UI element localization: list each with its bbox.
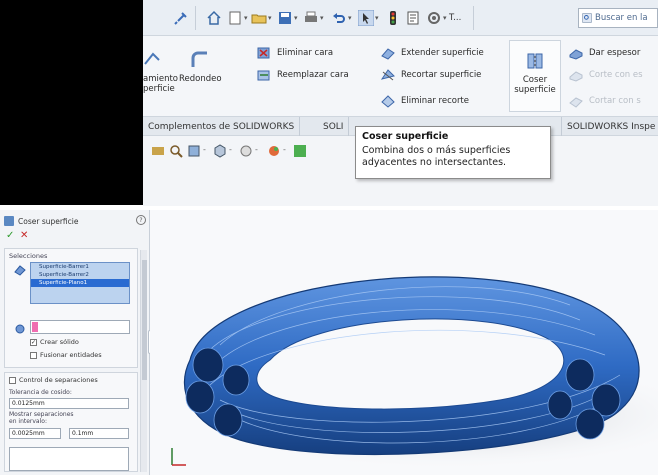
pin-icon[interactable]: [173, 10, 189, 26]
traffic-light-icon[interactable]: [385, 10, 401, 26]
coser-superficie-button[interactable]: Coser superficie: [509, 40, 561, 112]
replace-face-icon: [257, 70, 270, 81]
redacted-region: [0, 0, 143, 205]
list-item[interactable]: Superficie-Barrer2: [31, 271, 129, 279]
tolerancia-label: Tolerancia de cosido:: [9, 389, 72, 396]
view-orientation-icon[interactable]: [213, 144, 227, 158]
tab-solidworks-inspection[interactable]: SOLIDWORKS Inspe: [561, 117, 658, 136]
fusionar-entidades-checkbox[interactable]: Fusionar entidades: [30, 351, 102, 359]
cortar-con-superficie-button[interactable]: Cortar con s: [569, 94, 641, 108]
save-icon[interactable]: ▾: [277, 10, 298, 26]
eliminar-recorte-button[interactable]: Eliminar recorte: [381, 94, 469, 108]
crear-solido-checkbox[interactable]: ✓ Crear sólido: [30, 338, 79, 346]
ribbon: amiento perficie Redondeo Eliminar cara …: [143, 36, 658, 116]
tooltip-body-line2: adyacentes no intersectantes.: [362, 157, 507, 168]
quick-access-toolbar: ▾ ▾ ▾ ▾ ▾ ▾ ▾ T... Buscar en la: [143, 0, 658, 36]
property-manager-header: Coser superficie: [4, 214, 146, 228]
hide-show-items-icon[interactable]: [239, 144, 253, 158]
extender-superficie-button[interactable]: Extender superficie: [381, 46, 484, 60]
reemplazar-cara-button[interactable]: Reemplazar cara: [257, 68, 349, 82]
corte-con-espesor-button[interactable]: Corte con es: [569, 68, 643, 82]
print-icon[interactable]: ▾: [303, 10, 324, 26]
file-properties-icon[interactable]: [405, 10, 421, 26]
selections-title: Selecciones: [9, 252, 48, 260]
trim-surface-icon: [381, 69, 395, 81]
selection-list[interactable]: Superficie-Barrer1 Superficie-Barrer2 Su…: [30, 262, 130, 304]
property-manager: Coser superficie ? ✓ ✕ Selecciones Super…: [0, 210, 150, 475]
thicken-icon: [569, 49, 583, 60]
cancel-button[interactable]: ✕: [20, 230, 28, 241]
en-intervalo-label: en intervalo:: [9, 418, 47, 425]
fillet-icon: [191, 51, 208, 67]
open-folder-icon[interactable]: ▾: [251, 10, 272, 26]
tab-soli[interactable]: SOLI: [318, 117, 350, 136]
cut-off-feature-button[interactable]: amiento perficie: [143, 50, 178, 94]
zoom-area-icon[interactable]: [169, 144, 183, 158]
knit-surface-icon: [527, 53, 543, 69]
property-manager-title: Coser superficie: [18, 216, 79, 226]
range-min-input[interactable]: 0.0025mm: [9, 428, 61, 439]
recortar-superficie-button[interactable]: Recortar superficie: [381, 68, 481, 82]
gap-control-group: Control de separaciones Tolerancia de co…: [4, 372, 138, 472]
search-icon: [582, 13, 592, 23]
search-placeholder: Buscar en la: [595, 13, 648, 23]
untrim-surface-icon: [381, 95, 395, 108]
apply-scene-icon[interactable]: [293, 144, 307, 158]
list-item[interactable]: Superficie-Barrer1: [31, 263, 129, 271]
surface-selection-icon: [14, 265, 26, 276]
range-max-input[interactable]: 0.1mm: [69, 428, 129, 439]
home-icon[interactable]: [206, 10, 222, 26]
zoom-to-fit-icon[interactable]: [151, 144, 165, 158]
tooltip-coser-superficie: Coser superficie Combina dos o más super…: [355, 126, 551, 179]
tooltip-title: Coser superficie: [362, 131, 449, 142]
edit-appearance-icon[interactable]: [267, 144, 281, 158]
vertex-selection-icon: [15, 324, 25, 334]
section-view-icon[interactable]: [187, 144, 201, 158]
feature-icon: [144, 52, 160, 65]
options-gear-icon[interactable]: ▾: [426, 10, 447, 26]
dar-espesor-button[interactable]: Dar espesor: [569, 46, 640, 60]
ok-button[interactable]: ✓: [6, 230, 14, 241]
help-icon[interactable]: ?: [136, 215, 146, 225]
tooltip-body-line1: Combina dos o más superficies: [362, 145, 511, 156]
list-item[interactable]: Superficie-Plano1: [31, 279, 129, 287]
thicken-cut-icon: [569, 71, 583, 82]
surface-cut-icon: [569, 97, 583, 108]
gap-list[interactable]: [9, 447, 129, 471]
torus-model[interactable]: [150, 210, 658, 475]
knit-surface-icon: [4, 216, 14, 226]
tolerancia-input[interactable]: 0.0125mm: [9, 398, 129, 409]
new-document-icon[interactable]: ▾: [227, 10, 248, 26]
delete-face-icon: [257, 47, 270, 59]
graphics-area[interactable]: [150, 210, 658, 475]
eliminar-cara-button[interactable]: Eliminar cara: [257, 46, 333, 60]
redondeo-button[interactable]: Redondeo: [179, 50, 222, 84]
customize-label[interactable]: T...: [449, 10, 461, 26]
select-arrow-icon[interactable]: ▾: [358, 10, 379, 26]
triad-axes: [171, 448, 186, 466]
second-selection-field[interactable]: [30, 320, 130, 334]
mostrar-separaciones-label: Mostrar separaciones: [9, 411, 74, 418]
search-input[interactable]: Buscar en la: [578, 8, 658, 28]
extend-surface-icon: [381, 48, 395, 60]
control-separaciones-checkbox[interactable]: Control de separaciones: [9, 376, 98, 384]
panel-scrollbar[interactable]: [140, 250, 147, 472]
tab-complementos[interactable]: Complementos de SOLIDWORKS: [143, 117, 301, 136]
undo-icon[interactable]: ▾: [331, 10, 352, 26]
